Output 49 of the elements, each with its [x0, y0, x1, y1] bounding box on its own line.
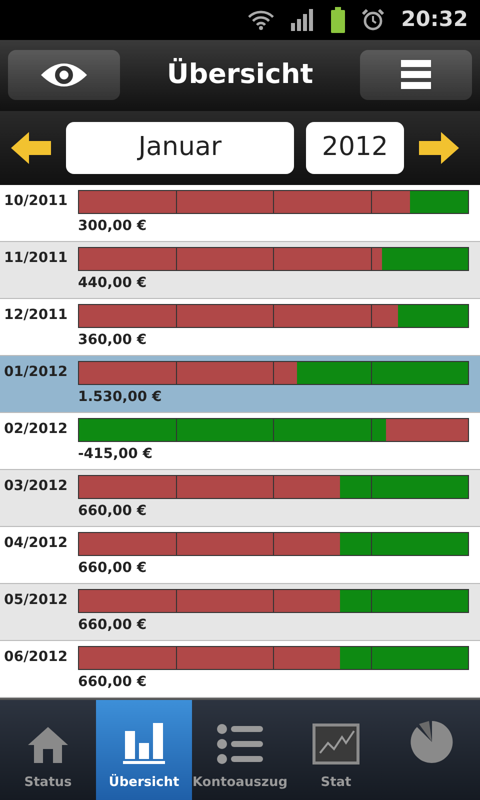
amount-text: 660,00 € — [78, 558, 148, 578]
month-row[interactable]: 03/2012 660,00 € — [0, 470, 480, 527]
month-label: 11/2011 — [4, 249, 69, 268]
month-row[interactable]: 12/2011 360,00 € — [0, 298, 480, 356]
amount-text: 1.530,00 € — [78, 388, 163, 407]
bar-chart-icon — [121, 720, 167, 764]
nav-tab[interactable]: Status — [0, 700, 96, 800]
wifi-icon — [247, 8, 276, 31]
amount-text: -415,00 € — [78, 444, 154, 464]
amount-text: 300,00 € — [78, 216, 148, 236]
amount-text: 440,00 € — [78, 274, 148, 293]
month-label: 01/2012 — [4, 363, 69, 382]
month-row[interactable]: 10/2011 300,00 € — [0, 184, 480, 242]
right-arrow-icon — [419, 132, 459, 164]
month-row[interactable]: 04/2012 660,00 € — [0, 526, 480, 584]
alarm-clock-icon — [361, 8, 386, 32]
menu-button[interactable] — [360, 50, 472, 100]
month-label: 03/2012 — [4, 477, 69, 496]
screen-title: Übersicht — [166, 57, 314, 92]
left-arrow-icon — [11, 132, 51, 164]
battery-icon — [331, 6, 346, 33]
month-row[interactable]: 11/2011 440,00 € — [0, 242, 480, 299]
month-label: 10/2011 — [4, 192, 69, 212]
nav-tab[interactable]: Kontoauszug — [192, 700, 288, 800]
month-label: 06/2012 — [4, 648, 69, 668]
signal-icon — [291, 8, 316, 31]
month-label: 04/2012 — [4, 534, 69, 554]
month-label: 02/2012 — [4, 420, 69, 440]
month-field[interactable]: Januar — [66, 122, 294, 174]
month-row[interactable]: 01/2012 1.530,00 € — [0, 356, 480, 413]
amount-text: 360,00 € — [78, 330, 148, 350]
nav-tab[interactable]: Übersicht — [96, 700, 192, 800]
line-chart-icon — [312, 722, 360, 764]
month-label: 05/2012 — [4, 591, 69, 610]
month-row[interactable]: 05/2012 660,00 € — [0, 584, 480, 641]
menu-icon — [401, 60, 431, 90]
month-label: 12/2011 — [4, 306, 69, 326]
pie-chart-icon — [409, 719, 455, 765]
clock-time: 20:32 — [401, 6, 468, 34]
house-icon — [26, 724, 70, 764]
month-row[interactable]: 02/2012 -415,00 € — [0, 412, 480, 470]
amount-text: 660,00 € — [78, 502, 148, 521]
year-field[interactable]: 2012 — [306, 122, 404, 174]
month-row[interactable]: 06/2012 660,00 € — [0, 640, 480, 698]
nav-tab[interactable]: Stat — [288, 700, 384, 800]
amount-text: 660,00 € — [78, 672, 148, 692]
eye-button[interactable] — [8, 50, 120, 100]
amount-text: 660,00 € — [78, 616, 148, 635]
list-icon — [216, 722, 264, 764]
